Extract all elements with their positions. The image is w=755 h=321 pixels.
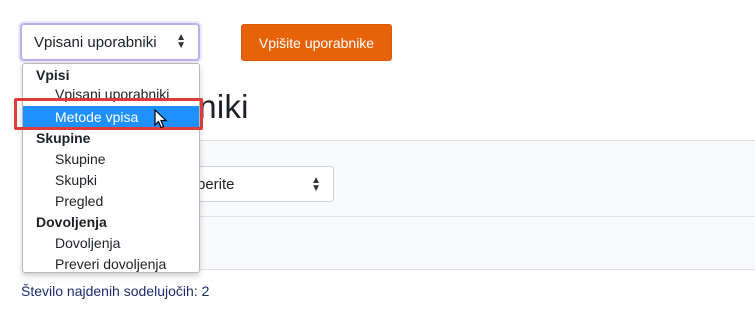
divider [150, 216, 755, 217]
optgroup-label: Vpisi [36, 67, 70, 83]
participants-count: Število najdenih sodelujočih: 2 [21, 283, 210, 299]
optgroup-label: Dovoljenja [36, 214, 107, 230]
page-select[interactable]: Vpisani uporabniki ▲ ▼ [20, 23, 200, 61]
sort-arrows-icon: ▲ ▼ [176, 32, 186, 51]
filter-select-value: berite [197, 175, 235, 193]
enrol-users-button[interactable]: Vpišite uporabnike [241, 24, 392, 61]
page-select-value: Vpisani uporabniki [34, 33, 157, 51]
mouse-cursor-icon [154, 109, 168, 129]
highlight-annotation [14, 98, 203, 130]
option-skupine[interactable]: Skupine [55, 151, 106, 167]
filter-area [150, 140, 755, 270]
option-skupki[interactable]: Skupki [55, 172, 97, 188]
option-pregled[interactable]: Pregled [55, 193, 103, 209]
option-dovoljenja[interactable]: Dovoljenja [55, 235, 120, 251]
select-dropdown-list: Vpisi Vpisani uporabniki Metode vpisa Sk… [22, 63, 200, 273]
optgroup-label: Skupine [36, 130, 91, 146]
option-preveri-dovoljenja[interactable]: Preveri dovoljenja [55, 256, 166, 272]
sort-arrows-icon: ▲ ▼ [311, 175, 321, 194]
